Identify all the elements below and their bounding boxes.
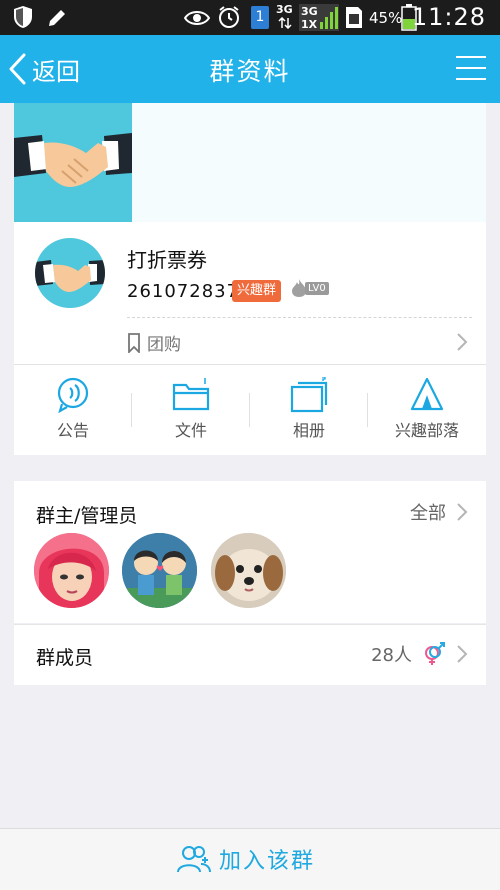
join-group-label: 加入该群 — [219, 849, 316, 874]
data-arrows-icon — [278, 17, 292, 29]
page-title: 群资料 — [209, 57, 291, 86]
members-row[interactable]: 群成员 28人 — [14, 624, 486, 685]
network-3g-label: 3G — [276, 3, 293, 16]
avatar-couple-image — [122, 533, 197, 608]
chevron-right-icon — [457, 645, 468, 663]
feature-announcement[interactable]: 公告 — [14, 365, 132, 455]
members-count: 28人 — [371, 645, 412, 666]
status-bar: 1 3G 3G 1X 45% 11:28 — [0, 0, 500, 35]
admin-avatar[interactable] — [211, 533, 286, 608]
folder-icon — [172, 378, 210, 411]
chevron-right-icon — [457, 503, 468, 521]
feature-label: 文件 — [174, 421, 207, 440]
admins-section: 群主/管理员 全部 — [14, 481, 486, 623]
group-name: 打折票券 — [127, 248, 207, 272]
group-level: LV0 — [291, 278, 329, 298]
menu-bar — [456, 56, 486, 58]
handshake-icon — [14, 133, 132, 187]
group-cover-image — [14, 103, 132, 222]
bottom-bar: 加入该群 — [0, 828, 500, 890]
sim-card-icon: 1 — [251, 6, 269, 29]
feature-label: 公告 — [56, 421, 89, 440]
feature-album[interactable]: 相册 — [250, 365, 368, 455]
menu-bar — [456, 67, 486, 69]
add-contacts-icon — [177, 846, 211, 873]
members-title: 群成员 — [36, 647, 94, 669]
feature-files[interactable]: 文件 — [132, 365, 250, 455]
group-banner — [14, 103, 486, 222]
album-icon — [290, 377, 328, 413]
admins-title: 群主/管理员 — [36, 505, 138, 527]
group-type-badge: 兴趣群 — [232, 280, 282, 302]
battery-percent: 45% — [369, 9, 403, 27]
feature-label: 相册 — [292, 421, 325, 440]
all-admins-label: 全部 — [410, 503, 446, 524]
menu-button[interactable] — [456, 55, 486, 81]
members-count-link: 28人 — [371, 641, 468, 667]
level-label: LV0 — [305, 281, 329, 295]
feature-tribe[interactable]: 兴趣部落 — [368, 365, 486, 455]
admin-avatar[interactable] — [122, 533, 197, 608]
join-group-button[interactable]: 加入该群 — [175, 843, 315, 875]
gender-icon — [425, 642, 445, 665]
group-features: 公告 文件 相册 兴趣部落 — [14, 364, 486, 455]
alarm-icon — [219, 6, 239, 28]
group-tag-label: 团购 — [147, 335, 181, 355]
feature-label: 兴趣部落 — [394, 421, 459, 440]
avatar-dog-image — [211, 533, 286, 608]
clock: 11:28 — [411, 3, 486, 31]
admin-avatar[interactable] — [34, 533, 109, 608]
group-info-card: 打折票券 261072837 兴趣群 LV0 团购 — [14, 222, 486, 364]
menu-bar — [456, 78, 486, 80]
group-tag[interactable]: 团购 — [127, 330, 181, 355]
all-admins-link[interactable]: 全部 — [410, 499, 468, 525]
sd-card-icon — [346, 7, 362, 28]
signal-box: 3G 1X — [299, 4, 339, 31]
pencil-icon — [49, 10, 65, 26]
group-id: 261072837 — [127, 281, 240, 302]
tribe-icon — [410, 377, 444, 411]
group-avatar — [35, 238, 105, 308]
avatar-girl-image — [34, 533, 109, 608]
bookmark-icon — [128, 332, 140, 353]
shield-icon — [14, 6, 32, 28]
title-bar: 返回 群资料 — [0, 35, 500, 103]
divider — [127, 317, 472, 318]
network-3g-label-2: 3G — [301, 5, 318, 18]
announcement-icon — [57, 377, 89, 413]
handshake-icon — [35, 260, 105, 292]
chevron-right-icon[interactable] — [456, 332, 468, 352]
signal-icon — [320, 7, 338, 29]
eye-icon — [184, 11, 210, 25]
network-1x-label: 1X — [301, 18, 318, 31]
